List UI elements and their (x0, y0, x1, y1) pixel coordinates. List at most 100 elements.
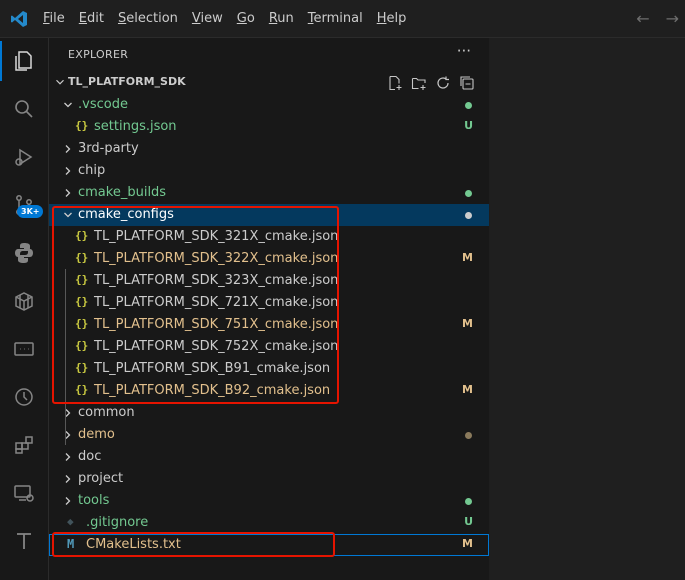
chevron-right-icon (65, 497, 71, 505)
chevron-down-icon (56, 79, 64, 85)
file-row[interactable]: {} TL_PLATFORM_SDK_B91_cmake.json (49, 358, 489, 380)
run-debug-icon[interactable] (0, 137, 48, 177)
forward-arrow-icon[interactable]: → (666, 9, 679, 28)
timeline-icon[interactable] (0, 377, 48, 417)
new-folder-icon[interactable] (411, 75, 427, 91)
file-row[interactable]: {} TL_PLATFORM_SDK_751X_cmake.json M (49, 314, 489, 336)
git-status-dot (465, 102, 472, 109)
file-row[interactable]: {} TL_PLATFORM_SDK_321X_cmake.json (49, 226, 489, 248)
folder-row[interactable]: .vscode (49, 94, 489, 116)
workspace-title: TL_PLATFORM_SDK (68, 75, 186, 88)
tree-item-label: TL_PLATFORM_SDK_B91_cmake.json (94, 361, 331, 376)
tree-item-label: project (78, 471, 124, 486)
chevron-right-icon (65, 167, 71, 175)
remote-explorer-icon[interactable] (0, 473, 48, 513)
menu-item[interactable]: Run (262, 11, 301, 26)
git-status-dot (465, 432, 472, 439)
chevron-right-icon (65, 475, 71, 483)
file-row[interactable]: {} settings.json U (49, 116, 489, 138)
tree-item-label: chip (78, 163, 106, 178)
git-status-badge: U (464, 119, 473, 132)
folder-row[interactable]: project (49, 468, 489, 490)
activity-bar: 3K+ (0, 38, 49, 580)
python-icon[interactable] (0, 233, 48, 273)
menu-bar: File Edit Selection View Go Run Terminal Help (36, 0, 413, 37)
tree-item-label: 3rd-party (78, 141, 139, 156)
menu-item[interactable]: View (185, 11, 230, 26)
tree-item-label: TL_PLATFORM_SDK_751X_cmake.json (94, 317, 339, 332)
tree-item-label: settings.json (94, 119, 177, 134)
file-row[interactable]: ◆ .gitignore U (49, 512, 489, 534)
file-row[interactable]: M CMakeLists.txt M (49, 534, 489, 556)
file-row[interactable]: {} TL_PLATFORM_SDK_752X_cmake.json (49, 336, 489, 358)
menu-item[interactable]: File (36, 11, 72, 26)
source-control-badge: 3K+ (17, 205, 44, 218)
menu-item[interactable]: Edit (72, 11, 111, 26)
chevron-right-icon (65, 453, 71, 461)
file-row[interactable]: {} TL_PLATFORM_SDK_323X_cmake.json (49, 270, 489, 292)
explorer-sidebar: EXPLORER ··· TL_PLATFORM_SDK .vscode {} se… (49, 38, 489, 580)
folder-row[interactable]: cmake_builds (49, 182, 489, 204)
json-file-icon: {} (75, 295, 89, 308)
json-file-icon: {} (75, 383, 89, 396)
tree-item-label: .gitignore (86, 515, 149, 530)
vscode-logo-icon (11, 11, 27, 27)
workspace-section-header[interactable]: TL_PLATFORM_SDK (49, 72, 489, 94)
remote-icon[interactable] (0, 329, 48, 369)
git-file-icon: ◆ (67, 515, 74, 528)
json-file-icon: {} (75, 317, 89, 330)
folder-row[interactable]: cmake_configs (49, 204, 489, 226)
tree-item-label: TL_PLATFORM_SDK_752X_cmake.json (94, 339, 339, 354)
json-file-icon: {} (75, 251, 89, 264)
file-row[interactable]: {} TL_PLATFORM_SDK_322X_cmake.json M (49, 248, 489, 270)
tree-item-label: .vscode (78, 97, 128, 112)
menu-item[interactable]: Selection (111, 11, 185, 26)
folder-row[interactable]: chip (49, 160, 489, 182)
tree-item-label: TL_PLATFORM_SDK_323X_cmake.json (94, 273, 339, 288)
explorer-header: EXPLORER (68, 48, 129, 61)
git-status-badge: M (462, 383, 473, 396)
search-icon[interactable] (0, 89, 48, 129)
git-status-dot (465, 212, 472, 219)
navigation-arrows: ← → (636, 9, 679, 28)
editor-area (490, 38, 685, 580)
file-row[interactable]: {} TL_PLATFORM_SDK_721X_cmake.json (49, 292, 489, 314)
tree-item-label: tools (78, 493, 110, 508)
back-arrow-icon[interactable]: ← (636, 9, 649, 28)
new-file-icon[interactable] (387, 75, 403, 91)
explorer-icon[interactable] (0, 41, 48, 81)
tree-item-label: common (78, 405, 135, 420)
refresh-icon[interactable] (435, 75, 451, 91)
package-icon[interactable] (0, 281, 48, 321)
folder-row[interactable]: 3rd-party (49, 138, 489, 160)
menu-item[interactable]: Go (230, 11, 262, 26)
chevron-down-icon (64, 102, 72, 108)
git-status-badge: M (462, 537, 473, 550)
git-status-badge: M (462, 251, 473, 264)
text-icon[interactable] (0, 521, 48, 561)
extensions-icon[interactable] (0, 425, 48, 465)
file-row[interactable]: {} TL_PLATFORM_SDK_B92_cmake.json M (49, 380, 489, 402)
chevron-right-icon (65, 189, 71, 197)
menu-item[interactable]: Help (370, 11, 414, 26)
tree-item-label: TL_PLATFORM_SDK_721X_cmake.json (94, 295, 339, 310)
json-file-icon: {} (75, 229, 89, 242)
title-bar: File Edit Selection View Go Run Terminal Help ←… (0, 0, 685, 38)
tree-item-label: cmake_builds (78, 185, 167, 200)
explorer-actions (387, 75, 475, 91)
tree-item-label: doc (78, 449, 102, 464)
folder-row[interactable]: demo (49, 424, 489, 446)
more-actions-icon[interactable]: ··· (457, 42, 471, 60)
json-file-icon: {} (75, 273, 89, 286)
json-file-icon: {} (75, 119, 89, 132)
tree-item-label: demo (78, 427, 115, 442)
indent-guide (65, 269, 66, 445)
chevron-right-icon (65, 145, 71, 153)
folder-row[interactable]: tools (49, 490, 489, 512)
git-status-badge: U (464, 515, 473, 528)
folder-row[interactable]: common (49, 402, 489, 424)
folder-row[interactable]: doc (49, 446, 489, 468)
tree-item-label: TL_PLATFORM_SDK_322X_cmake.json (94, 251, 339, 266)
menu-item[interactable]: Terminal (301, 11, 370, 26)
collapse-all-icon[interactable] (459, 75, 475, 91)
